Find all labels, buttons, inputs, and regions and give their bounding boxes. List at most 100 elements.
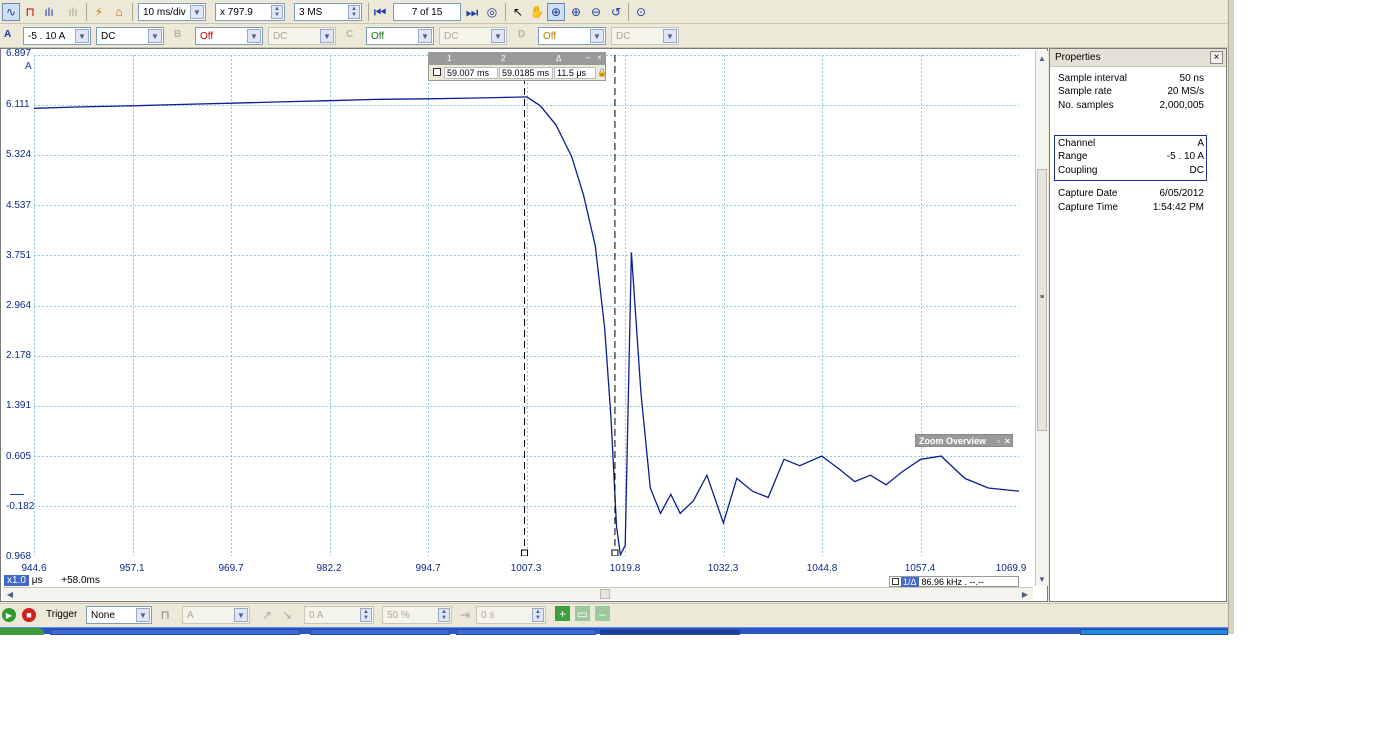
close-icon[interactable]: ×	[597, 53, 602, 62]
property-row: Capture Time 1:54:42 PM	[1058, 202, 1204, 213]
restore-icon[interactable]: ▫	[997, 435, 1000, 448]
home-icon[interactable]: ⌂	[110, 3, 128, 21]
spin-icon: ▲ ▼	[438, 608, 450, 622]
property-row: Channel A	[1058, 138, 1204, 149]
channel-a-label[interactable]: A	[4, 29, 11, 40]
scroll-up-icon[interactable]: ▲	[1036, 52, 1048, 64]
persistence-mode-icon[interactable]: ⊓	[21, 3, 39, 21]
property-row: Range -5 . 10 A	[1058, 151, 1204, 162]
chevron-down-icon: ▼	[190, 5, 204, 19]
next-buffer-icon[interactable]: ⏭	[463, 3, 481, 21]
buffer-field[interactable]: 7 of 15	[393, 3, 461, 21]
start-icon[interactable]: ▶	[2, 608, 16, 622]
property-row: Sample interval 50 ns	[1058, 73, 1204, 84]
channel-b-label[interactable]: B	[174, 29, 181, 40]
zoom-overview-panel[interactable]: Zoom Overview ▫ ×	[915, 434, 1013, 447]
scroll-right-icon[interactable]: ▶	[1019, 588, 1031, 600]
zero-marker[interactable]	[10, 494, 24, 495]
spin-icon: ▲ ▼	[360, 608, 372, 622]
time-ruler-handle[interactable]	[521, 549, 529, 556]
trigger-toolbar: ▶ ■ Trigger None ▼ ⊓ A ▼ ↗ ↘ 0 A ▲ ▼ 50 %…	[0, 603, 1228, 626]
channel-d-label[interactable]: D	[518, 29, 525, 40]
chevron-down-icon: ▼	[418, 29, 432, 43]
channel-c-range[interactable]: Off ▼	[366, 27, 434, 45]
scope-view[interactable]: 6.897 A 6.111 5.324 4.537 3.751 2.964 2.…	[0, 48, 1048, 602]
channel-b-range[interactable]: Off ▼	[195, 27, 263, 45]
time-ruler-handle[interactable]	[611, 549, 619, 556]
trigger-mode-select[interactable]: None ▼	[86, 606, 152, 624]
start-button[interactable]	[0, 628, 44, 635]
close-icon[interactable]: ×	[1005, 435, 1010, 448]
x-axis-unit: x1.0 μs +58.0ms	[4, 575, 100, 586]
stop-icon[interactable]: ■	[22, 608, 36, 622]
x-axis-tick: 1019.8	[609, 563, 641, 574]
horizontal-scrollbar[interactable]: ◀ ▶	[3, 587, 1033, 600]
previous-buffer-icon[interactable]: ⏮	[371, 3, 389, 21]
chevron-down-icon: ▼	[234, 608, 248, 622]
ruler-legend[interactable]: 1 2 Δ – × 59.007 ms 59.0185 ms 11.5 μs 🔒	[428, 52, 607, 81]
measure-mode-icon: ılı	[68, 5, 78, 19]
zoom-in-icon[interactable]: ⊕	[567, 3, 585, 21]
ruler-checkbox-icon[interactable]	[433, 68, 441, 76]
plot-area[interactable]	[34, 55, 1019, 556]
trigger-level-stepper: 0 A ▲ ▼	[304, 606, 374, 624]
y-axis-tick: 3.751	[6, 250, 32, 261]
frequency-readout: 1/Δ 86.96 kHz . --.--	[889, 576, 1019, 587]
ruler-legend-header: 1 2 Δ – ×	[429, 53, 605, 65]
zoom-area-icon[interactable]: ⊕	[547, 3, 565, 21]
x-axis-tick: 969.7	[218, 563, 244, 574]
close-icon[interactable]: ×	[1210, 51, 1223, 64]
channel-a-range[interactable]: -5 . 10 A ▼	[23, 27, 91, 45]
advanced-trigger-icon[interactable]: ⊓	[156, 606, 174, 624]
main-toolbar: ∿ ⊓ ılı ılı ⚡ ⌂ 10 ms/div ▼ x 797.9 ▲ ▼ 3…	[0, 0, 1228, 24]
auto-setup-icon[interactable]: ⚡	[90, 3, 108, 21]
samples-stepper[interactable]: 3 MS ▲ ▼	[294, 3, 362, 21]
scroll-down-icon[interactable]: ▼	[1036, 573, 1048, 585]
hand-tool-icon[interactable]: ✋	[528, 3, 546, 21]
add-measurement-icon[interactable]: +	[555, 606, 570, 621]
checkbox-icon[interactable]	[892, 578, 899, 585]
y-axis-tick: 6.897	[6, 48, 32, 59]
timebase-select[interactable]: 10 ms/div ▼	[138, 3, 206, 21]
ruler-delta-value: 11.5 μs	[554, 67, 596, 79]
scroll-left-icon[interactable]: ◀	[4, 588, 16, 600]
pointer-icon[interactable]: ↖	[509, 3, 527, 21]
property-row: Capture Date 6/05/2012	[1058, 188, 1204, 199]
minimize-icon[interactable]: –	[586, 53, 590, 62]
ruler-2-value: 59.0185 ms	[499, 67, 553, 79]
chevron-down-icon: ▼	[590, 29, 604, 43]
zoom-100-icon[interactable]: ⊙	[632, 3, 650, 21]
taskbar-button[interactable]	[310, 629, 450, 635]
x-axis-tick: 1032.3	[707, 563, 739, 574]
spin-icon: ▲ ▼	[271, 5, 283, 19]
taskbar-button[interactable]	[600, 629, 740, 635]
waveform-plot[interactable]	[34, 55, 1019, 556]
buffer-navigator-icon[interactable]: ◎	[483, 3, 501, 21]
delete-measurement-icon: –	[595, 606, 610, 621]
channel-b-coupling: DC ▼	[268, 27, 336, 45]
scroll-thumb[interactable]: ≡	[1037, 169, 1047, 431]
properties-panel: Properties × Sample interval 50 ns Sample…	[1049, 48, 1227, 602]
spectrum-mode-icon[interactable]: ılı	[40, 3, 58, 21]
scroll-thumb[interactable]	[600, 589, 610, 599]
undo-zoom-icon[interactable]: ↺	[607, 3, 625, 21]
channel-d-coupling: DC ▼	[611, 27, 679, 45]
zoom-out-icon[interactable]: ⊖	[587, 3, 605, 21]
picoscope-window: ∿ ⊓ ılı ılı ⚡ ⌂ 10 ms/div ▼ x 797.9 ▲ ▼ 3…	[0, 0, 1228, 635]
x-axis-tick: 994.7	[415, 563, 441, 574]
taskbar-button[interactable]	[456, 629, 596, 635]
chevron-down-icon: ▼	[663, 29, 677, 43]
channel-a-coupling[interactable]: DC ▼	[96, 27, 164, 45]
vertical-scrollbar[interactable]: ▲ ≡ ▼	[1035, 51, 1048, 586]
channel-toolbar: A -5 . 10 A ▼ DC ▼ B Off ▼ DC ▼ C Off ▼ …	[0, 24, 1228, 48]
x-multiplier-badge[interactable]: x1.0	[4, 575, 29, 586]
channel-d-range[interactable]: Off ▼	[538, 27, 606, 45]
scope-mode-icon[interactable]: ∿	[2, 3, 20, 21]
channel-c-label[interactable]: C	[346, 29, 353, 40]
property-row: Sample rate 20 MS/s	[1058, 86, 1204, 97]
y-axis-tick: 1.391	[6, 400, 32, 411]
lock-icon[interactable]: 🔒	[597, 68, 607, 77]
zoom-stepper[interactable]: x 797.9 ▲ ▼	[215, 3, 285, 21]
taskbar-button[interactable]	[50, 629, 300, 635]
trigger-source-select: A ▼	[182, 606, 250, 624]
